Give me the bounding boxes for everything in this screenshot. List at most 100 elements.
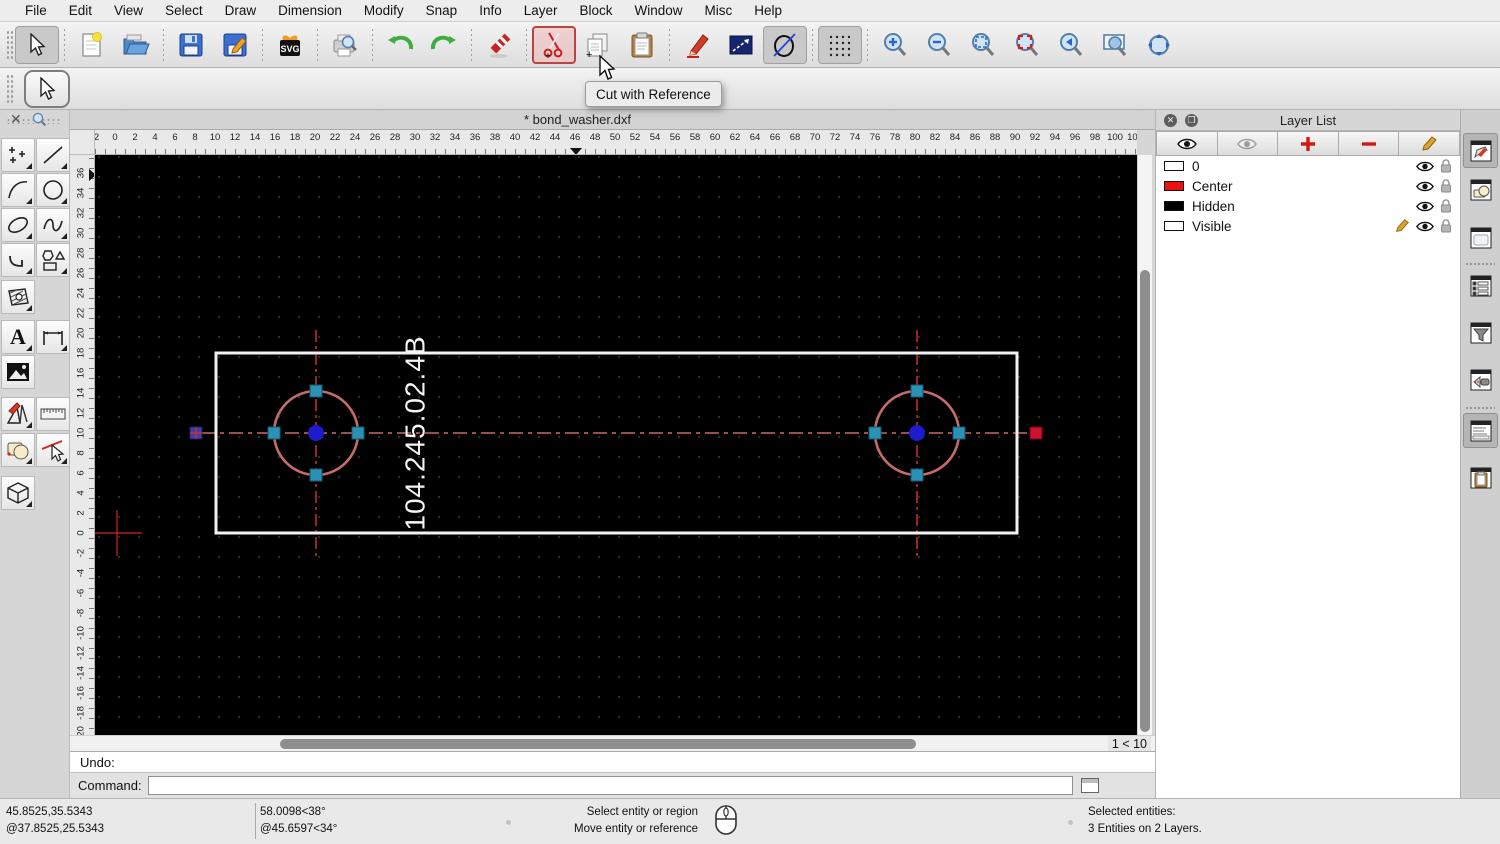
zoom-in-button[interactable]: [873, 26, 917, 64]
library-browser-dock-button[interactable]: [1463, 220, 1498, 255]
pen-attributes-button[interactable]: [675, 26, 719, 64]
dimension-tool-button[interactable]: [36, 320, 70, 354]
polygon-tool-button[interactable]: [36, 243, 70, 277]
draft-mode-button[interactable]: [763, 25, 807, 64]
points-tool-button[interactable]: [1, 138, 35, 172]
command-input[interactable]: [147, 776, 1073, 795]
top-ruler-label: 78: [889, 132, 901, 143]
menu-item-layer[interactable]: Layer: [513, 3, 569, 18]
select-tool-button[interactable]: [15, 25, 59, 64]
command-widget-dock-button[interactable]: [1463, 413, 1498, 448]
spline-tool-button[interactable]: [36, 208, 70, 242]
vertical-scroll-thumb[interactable]: [1140, 270, 1150, 732]
pen-icon: [687, 33, 709, 58]
top-ruler-label: 24: [349, 132, 361, 143]
grid-toggle-button[interactable]: [818, 25, 862, 64]
measure-tool-button[interactable]: [36, 397, 70, 431]
zoom-window-button[interactable]: [1093, 26, 1137, 64]
zoom-out-button[interactable]: [917, 26, 961, 64]
add-layer-button[interactable]: [1278, 131, 1339, 156]
show-all-layers-button[interactable]: [1156, 131, 1218, 156]
edit-layer-button[interactable]: [1399, 131, 1460, 156]
zoom-selected-button[interactable]: [1005, 26, 1049, 64]
washer-outline-rect[interactable]: [214, 351, 1019, 535]
close-document-icon[interactable]: ✕: [10, 111, 22, 128]
layer-lock-icon[interactable]: [1440, 219, 1452, 233]
layer-row-center[interactable]: Center: [1156, 176, 1460, 196]
menu-item-snap[interactable]: Snap: [415, 3, 469, 18]
left-center-point[interactable]: [308, 425, 324, 441]
zoom-previous-button[interactable]: [1049, 26, 1093, 64]
layer-lock-icon[interactable]: [1440, 159, 1452, 173]
vertical-scrollbar[interactable]: [1137, 155, 1152, 735]
zoom-auto-button[interactable]: [961, 26, 1005, 64]
zoom-pan-button[interactable]: [1137, 26, 1181, 64]
command-detach-icon[interactable]: [1080, 778, 1099, 793]
document-zoom-icon[interactable]: [32, 112, 47, 127]
layer-visibility-icon[interactable]: [1416, 161, 1434, 172]
explode-dock-button[interactable]: [1463, 362, 1498, 397]
toolbar-grip[interactable]: [6, 73, 13, 104]
polyline-tool-button[interactable]: [1, 243, 35, 277]
entity-list-dock-button[interactable]: [1463, 268, 1498, 303]
top-ruler-label: 26: [369, 132, 381, 143]
menu-item-select[interactable]: Select: [154, 3, 214, 18]
save-as-button[interactable]: [213, 26, 257, 64]
menu-item-edit[interactable]: Edit: [58, 3, 103, 18]
horizontal-scrollbar[interactable]: 1 < 10: [70, 735, 1155, 751]
remove-layer-button[interactable]: [1338, 131, 1400, 156]
print-preview-button[interactable]: [323, 26, 367, 64]
layer-lock-icon[interactable]: [1440, 179, 1452, 193]
line-tool-button[interactable]: [36, 138, 70, 172]
block-list-dock-button[interactable]: [1463, 172, 1498, 207]
redo-button[interactable]: [422, 26, 466, 64]
menu-item-modify[interactable]: Modify: [353, 3, 415, 18]
right-center-point[interactable]: [909, 425, 925, 441]
delete-button[interactable]: [477, 26, 521, 64]
horizontal-scroll-thumb[interactable]: [280, 739, 916, 749]
undo-button[interactable]: [378, 26, 422, 64]
ellipse-tool-button[interactable]: [1, 208, 35, 242]
layer-row-visible[interactable]: Visible: [1156, 216, 1460, 236]
modify-tools-button[interactable]: [1, 397, 35, 431]
circle-tool-button[interactable]: [36, 173, 70, 207]
svg-export-button[interactable]: SVG: [268, 26, 312, 64]
cad-canvas[interactable]: 104.245.02.4B: [95, 155, 1137, 735]
layer-lock-icon[interactable]: [1440, 199, 1452, 213]
part-number-label[interactable]: 104.245.02.4B: [400, 335, 431, 530]
line-attributes-button[interactable]: [719, 26, 763, 64]
selection-pointer-button[interactable]: [24, 69, 70, 108]
menu-item-window[interactable]: Window: [624, 3, 694, 18]
layer-visibility-icon[interactable]: [1416, 181, 1434, 192]
save-button[interactable]: [169, 26, 213, 64]
layer-list-dock-button[interactable]: [1463, 133, 1498, 168]
open-file-button[interactable]: [114, 26, 158, 64]
menu-item-draw[interactable]: Draw: [214, 3, 268, 18]
new-file-button[interactable]: [70, 26, 114, 64]
layer-visibility-icon[interactable]: [1416, 221, 1434, 232]
menu-item-help[interactable]: Help: [743, 3, 793, 18]
toolbar-grip[interactable]: [6, 29, 13, 60]
menu-item-file[interactable]: File: [14, 3, 58, 18]
layer-visibility-icon[interactable]: [1416, 201, 1434, 212]
menu-item-misc[interactable]: Misc: [694, 3, 744, 18]
arc-tool-button[interactable]: [1, 173, 35, 207]
menu-item-view[interactable]: View: [103, 3, 154, 18]
redo-icon: [430, 35, 456, 49]
menu-item-dimension[interactable]: Dimension: [267, 3, 353, 18]
hide-all-layers-button[interactable]: [1217, 131, 1279, 156]
filter-dock-button[interactable]: [1463, 315, 1498, 350]
hatch-tool-button[interactable]: [1, 280, 35, 314]
3d-box-tool-button[interactable]: [1, 476, 35, 510]
menu-item-block[interactable]: Block: [569, 3, 624, 18]
paste-button[interactable]: [620, 26, 664, 64]
layer-row-0[interactable]: 0: [1156, 156, 1460, 176]
cut-with-reference-button[interactable]: +: [532, 25, 576, 64]
modify-delete-button[interactable]: [36, 433, 70, 467]
clipboard-dock-button[interactable]: [1463, 460, 1498, 495]
text-tool-button[interactable]: A: [1, 320, 35, 354]
menu-item-info[interactable]: Info: [468, 3, 513, 18]
image-tool-button[interactable]: [1, 355, 35, 389]
layer-row-hidden[interactable]: Hidden: [1156, 196, 1460, 216]
block-tool-button[interactable]: [1, 433, 35, 467]
